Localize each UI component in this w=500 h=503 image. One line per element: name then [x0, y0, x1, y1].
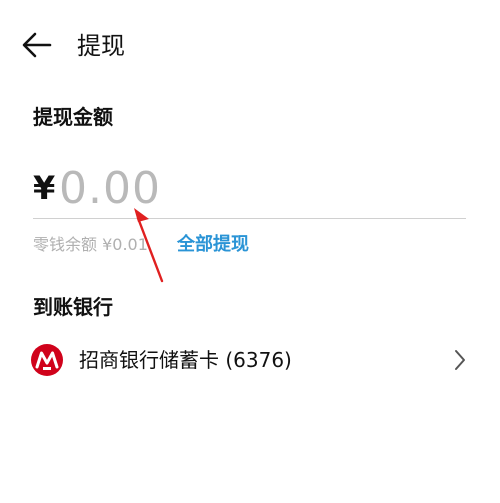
page-title: 提现 — [77, 32, 125, 60]
bank-name: 招商银行储蓄卡 (6376) — [79, 348, 292, 372]
chevron-right-icon — [455, 350, 465, 370]
amount-row: ¥ — [33, 162, 466, 218]
withdraw-all-link[interactable]: 全部提现 — [177, 234, 249, 256]
amount-input[interactable] — [59, 162, 459, 214]
arrow-left-icon — [22, 32, 52, 58]
amount-underline — [33, 218, 466, 219]
back-button[interactable] — [20, 30, 54, 60]
bank-select-row[interactable]: 招商银行储蓄卡 (6376) — [30, 338, 470, 384]
bank-label: 到账银行 — [33, 295, 113, 319]
cmb-bank-logo-icon — [31, 344, 63, 376]
annotation-arrow-icon — [134, 208, 164, 283]
amount-label: 提现金额 — [33, 105, 113, 129]
header: 提现 — [0, 0, 500, 90]
withdraw-page: 提现 提现金额 ¥ 零钱余额 ¥0.01 全部提现 到账银行 招商银行储蓄卡 (… — [0, 0, 500, 503]
currency-symbol: ¥ — [33, 169, 56, 207]
